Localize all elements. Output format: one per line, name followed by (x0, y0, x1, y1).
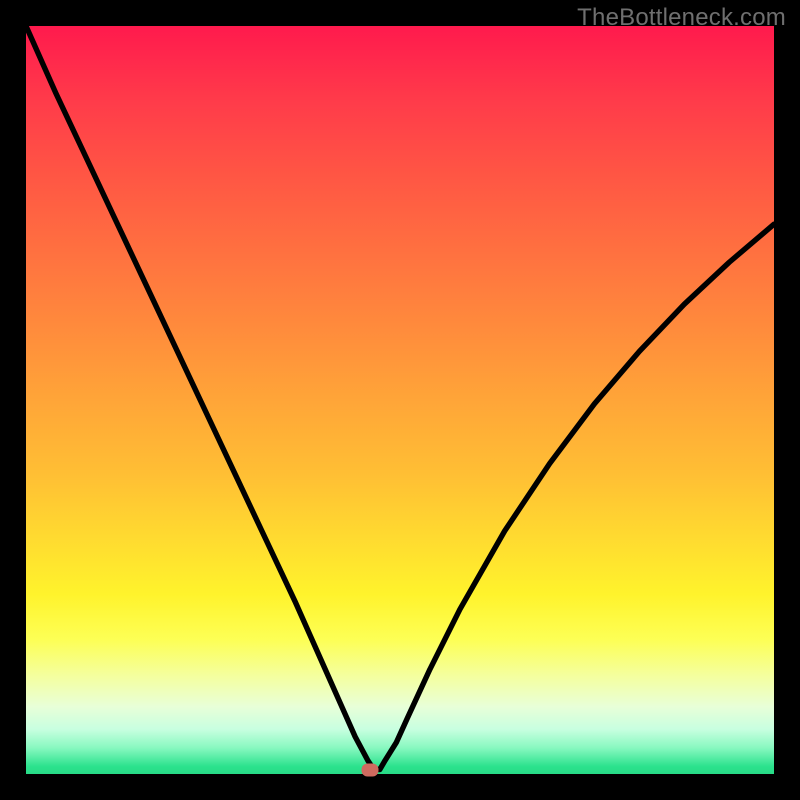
plot-area (26, 26, 774, 774)
chart-frame: TheBottleneck.com (0, 0, 800, 800)
watermark-text: TheBottleneck.com (577, 4, 786, 32)
minimum-marker (362, 763, 379, 776)
bottleneck-curve (26, 26, 774, 774)
